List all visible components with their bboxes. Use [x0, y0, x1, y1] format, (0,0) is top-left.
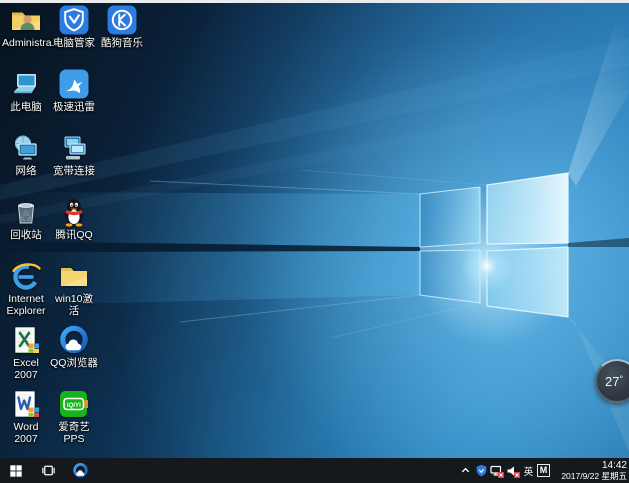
top-edge-strip — [0, 0, 629, 3]
clock-time: 14:42 — [551, 460, 627, 471]
svg-text:iQIYI: iQIYI — [67, 402, 81, 409]
icon-label: 极速迅雷 — [50, 102, 98, 114]
desktop-icon-pc-manager[interactable]: 电脑管家 — [50, 4, 98, 66]
administrator-folder-icon — [10, 4, 42, 36]
network-disconnected-tray-icon[interactable] — [489, 458, 505, 483]
desktop-icon-iqiyi-pps[interactable]: iQIYI 爱奇艺PPS — [50, 388, 98, 450]
icon-label: 电脑管家 — [50, 38, 98, 50]
desktop-icon-win10-activate[interactable]: win10激活 — [50, 260, 98, 322]
task-view-icon — [41, 463, 56, 478]
recycle-bin-icon — [10, 196, 42, 228]
qq-browser-icon — [58, 324, 90, 356]
icon-label: Excel 2007 — [2, 358, 50, 381]
desktop-icon-administrator-folder[interactable]: Administra... — [2, 4, 50, 66]
broadband-icon — [58, 132, 90, 164]
this-pc-icon — [10, 68, 42, 100]
chevron-up-icon — [460, 465, 471, 476]
network-icon — [10, 132, 42, 164]
icon-label: win10激活 — [50, 294, 98, 317]
desktop-icon-tencent-qq[interactable]: 腾讯QQ — [50, 196, 98, 258]
desktop-icon-word-2007[interactable]: Word 2007 — [2, 388, 50, 450]
desktop-icon-kugou-music[interactable]: 酷狗音乐 — [98, 4, 146, 66]
windows-logo-icon — [9, 464, 23, 478]
icon-label: 回收站 — [2, 230, 50, 242]
excel-2007-icon — [10, 324, 42, 356]
desktop-icon-thunder[interactable]: 极速迅雷 — [50, 68, 98, 130]
security-shield-tray-icon[interactable] — [473, 458, 489, 483]
task-view-button[interactable] — [33, 458, 63, 483]
start-button[interactable] — [1, 458, 31, 483]
tencent-qq-icon — [58, 196, 90, 228]
icon-label: Administra... — [2, 38, 50, 50]
system-tray: 英 M 14:42 2017/9/22 星期五 — [457, 458, 629, 483]
desktop-icon-excel-2007[interactable]: Excel 2007 — [2, 324, 50, 386]
ime-language-indicator[interactable]: 英 — [521, 458, 536, 483]
icon-label: Internet Explorer — [2, 294, 50, 317]
clock-date: 2017/9/22 星期五 — [551, 471, 627, 482]
icon-label: 网络 — [2, 166, 50, 178]
desktop-icon-network[interactable]: 网络 — [2, 132, 50, 194]
desktop-icon-recycle-bin[interactable]: 回收站 — [2, 196, 50, 258]
taskbar-clock[interactable]: 14:42 2017/9/22 星期五 — [551, 460, 629, 482]
desktop-icon-internet-explorer[interactable]: Internet Explorer — [2, 260, 50, 322]
qq-browser-taskbar-button[interactable] — [65, 458, 95, 483]
desktop-icon-broadband[interactable]: 宽带连接 — [50, 132, 98, 194]
icon-label: Word 2007 — [2, 422, 50, 445]
taskbar: 英 M 14:42 2017/9/22 星期五 — [0, 458, 629, 483]
internet-explorer-icon — [10, 260, 42, 292]
icon-label: 此电脑 — [2, 102, 50, 114]
icon-label: 酷狗音乐 — [98, 38, 146, 50]
pc-manager-icon — [58, 4, 90, 36]
icon-label: QQ浏览器 — [50, 358, 98, 370]
temperature-unit: ° — [619, 374, 623, 384]
icon-label: 爱奇艺PPS — [50, 422, 98, 445]
ime-mode-letter: M — [537, 464, 550, 477]
ime-mode-indicator[interactable]: M — [536, 458, 551, 483]
kugou-music-icon — [106, 4, 138, 36]
thunder-icon — [58, 68, 90, 100]
tray-expand-button[interactable] — [457, 458, 473, 483]
volume-muted-tray-icon[interactable] — [505, 458, 521, 483]
iqiyi-pps-icon: iQIYI — [58, 388, 90, 420]
temperature-value: 27 — [605, 374, 619, 389]
desktop-icon-this-pc[interactable]: 此电脑 — [2, 68, 50, 130]
word-2007-icon — [10, 388, 42, 420]
qq-browser-icon — [72, 462, 89, 479]
taskbar-left-group — [0, 458, 96, 483]
desktop-icons: Administra...电脑管家酷狗音乐此电脑极速迅雷网络宽带连接回收站腾讯Q… — [0, 0, 629, 458]
icon-label: 腾讯QQ — [50, 230, 98, 242]
desktop-screen: Administra...电脑管家酷狗音乐此电脑极速迅雷网络宽带连接回收站腾讯Q… — [0, 0, 629, 483]
icon-label: 宽带连接 — [50, 166, 98, 178]
win10-activate-icon — [58, 260, 90, 292]
desktop-icon-qq-browser[interactable]: QQ浏览器 — [50, 324, 98, 386]
